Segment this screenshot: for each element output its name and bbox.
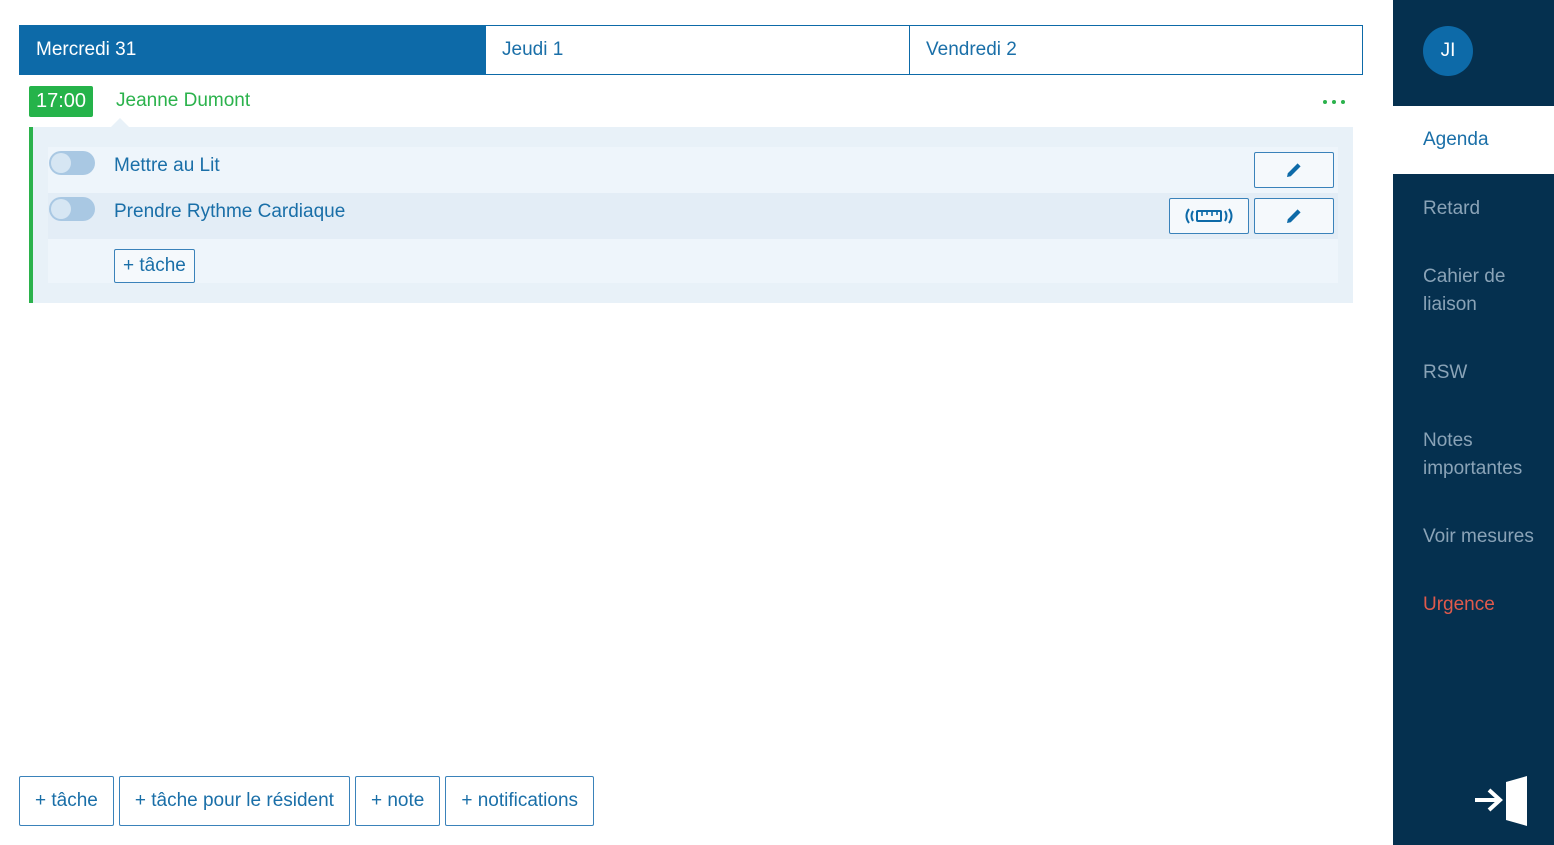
- panel-caret: [111, 118, 129, 127]
- task-row: Mettre au Lit: [48, 147, 1338, 193]
- add-task-row: + tâche: [48, 239, 1338, 283]
- add-resident-task-button[interactable]: + tâche pour le résident: [118, 776, 350, 826]
- tab-mercredi-31[interactable]: Mercredi 31: [20, 26, 485, 74]
- task-done-toggle[interactable]: [49, 151, 95, 175]
- tab-jeudi-1[interactable]: Jeudi 1: [485, 26, 909, 74]
- sidebar-item-agenda[interactable]: Agenda: [1393, 106, 1554, 174]
- appointment-time-badge: 17:00: [29, 86, 93, 117]
- sidebar-item-voir-mesures[interactable]: Voir mesures: [1393, 523, 1554, 551]
- avatar[interactable]: JI: [1423, 26, 1473, 76]
- add-notifications-button[interactable]: + notifications: [445, 776, 595, 826]
- measure-device-icon: [1185, 208, 1233, 224]
- sidebar: JI Agenda Retard Cahier de liaison RSW N…: [1393, 0, 1554, 845]
- pencil-icon: [1287, 209, 1301, 223]
- add-task-inline-button[interactable]: + tâche: [114, 249, 195, 283]
- task-done-toggle[interactable]: [49, 197, 95, 221]
- pencil-icon: [1287, 163, 1301, 177]
- sidebar-item-label: Agenda: [1423, 129, 1489, 150]
- task-panel: Mettre au Lit Prendre Rythme Cardiaque +…: [29, 127, 1353, 303]
- sidebar-item-rsw[interactable]: RSW: [1393, 359, 1554, 387]
- sidebar-item-cahier-de-liaison[interactable]: Cahier de liaison: [1393, 263, 1533, 319]
- sidebar-item-retard[interactable]: Retard: [1393, 195, 1554, 223]
- resident-name[interactable]: Jeanne Dumont: [116, 90, 250, 112]
- logout-icon: [1475, 776, 1527, 826]
- edit-task-button[interactable]: [1254, 198, 1334, 234]
- sidebar-item-notes-importantes[interactable]: Notes importantes: [1393, 427, 1543, 483]
- add-task-button[interactable]: + tâche: [19, 776, 114, 826]
- add-note-button[interactable]: + note: [354, 776, 441, 826]
- task-label: Prendre Rythme Cardiaque: [114, 201, 346, 222]
- task-row: Prendre Rythme Cardiaque: [48, 193, 1338, 239]
- bottom-actions: + tâche + tâche pour le résident + note …: [19, 776, 595, 826]
- sidebar-item-urgence[interactable]: Urgence: [1393, 591, 1554, 619]
- appointment-header: 17:00 Jeanne Dumont: [29, 86, 1353, 118]
- measure-button[interactable]: [1169, 198, 1249, 234]
- tab-vendredi-2[interactable]: Vendredi 2: [909, 26, 1362, 74]
- more-options-icon[interactable]: [1323, 94, 1345, 110]
- day-tabs: Mercredi 31 Jeudi 1 Vendredi 2: [19, 25, 1363, 75]
- task-label: Mettre au Lit: [114, 155, 220, 176]
- logout-button[interactable]: [1473, 774, 1529, 828]
- edit-task-button[interactable]: [1254, 152, 1334, 188]
